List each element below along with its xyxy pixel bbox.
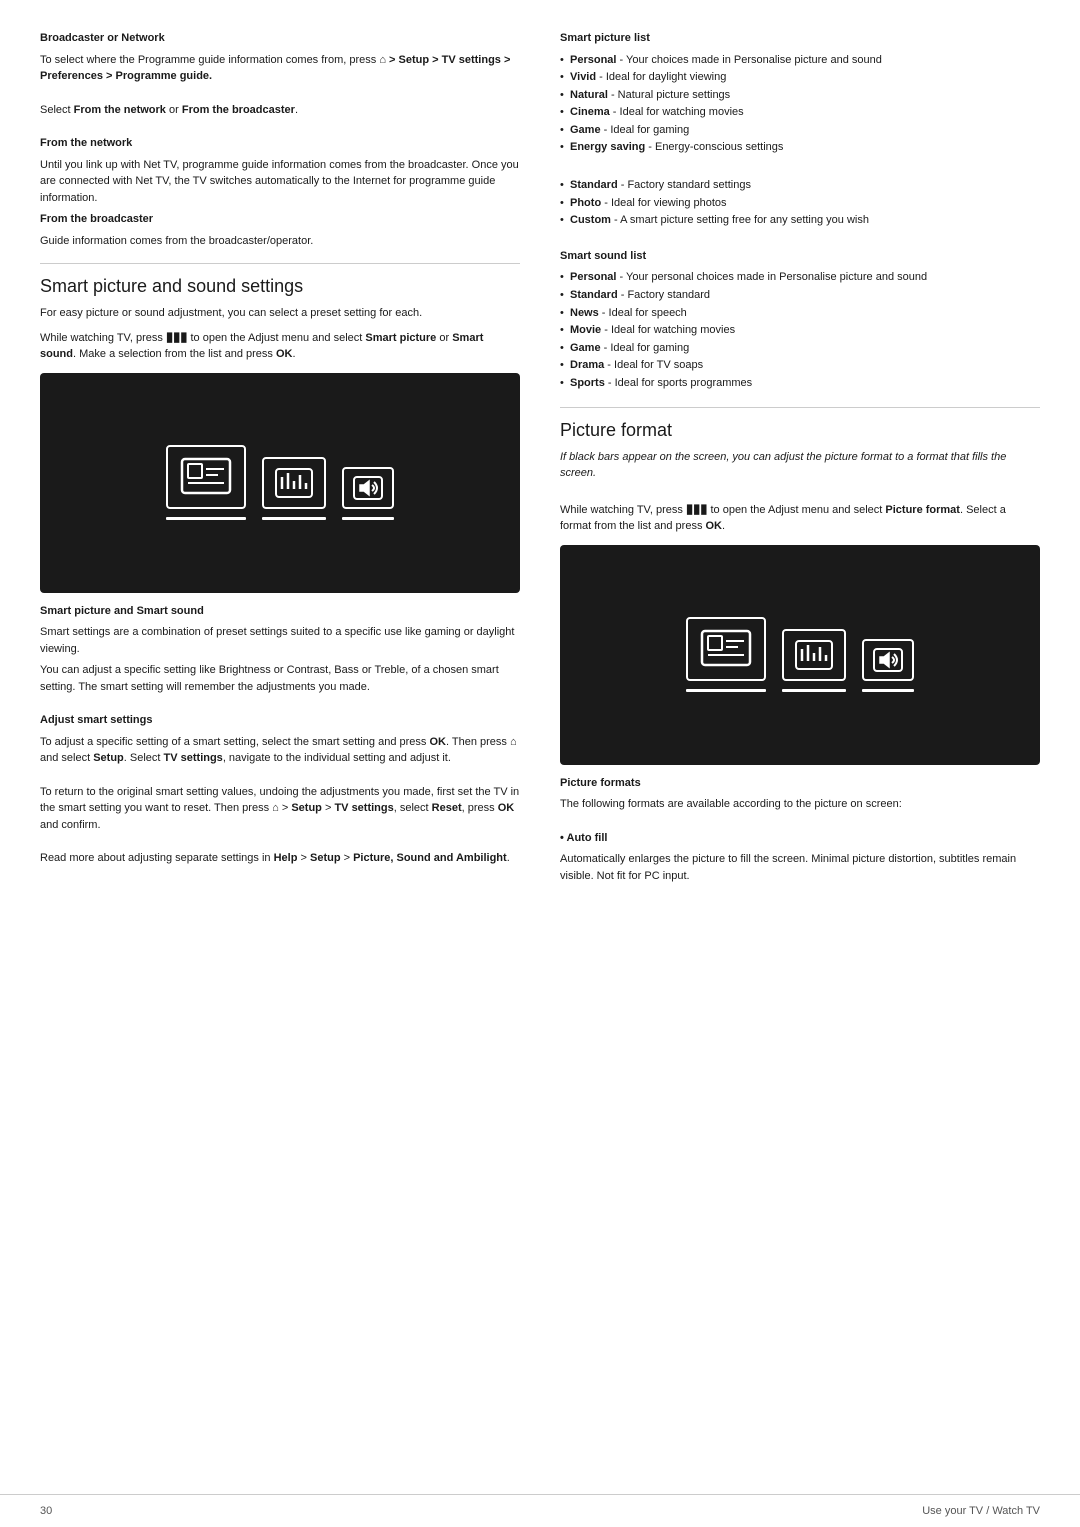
smart-picture-sound-body2: You can adjust a specific setting like B… — [40, 662, 520, 695]
smart-picture-sound-body1: Smart settings are a combination of pres… — [40, 624, 520, 657]
page-number: 30 — [40, 1505, 52, 1517]
pf-underline-sound — [782, 689, 846, 692]
menu-icons-row — [166, 445, 394, 520]
smart-picture-list-2: Standard - Factory standard settings Pho… — [560, 177, 1040, 230]
picture-formats-section: Picture formats The following formats ar… — [560, 775, 1040, 885]
smart-sound-icon-item — [262, 457, 326, 520]
adjust-smart-body3: Read more about adjusting separate setti… — [40, 850, 520, 867]
underline-picture — [166, 517, 246, 520]
from-network-title: From the network — [40, 137, 132, 149]
pf-underline-speaker — [862, 689, 914, 692]
speaker-icon — [352, 475, 384, 501]
picture-icon — [180, 457, 232, 497]
smart-sound-box — [262, 457, 326, 509]
from-broadcaster-title: From the broadcaster — [40, 213, 153, 225]
list-item: Energy saving - Energy-conscious setting… — [560, 139, 1040, 157]
list-item: Standard - Factory standard settings — [560, 177, 1040, 195]
select-para: Select From the network or From the broa… — [40, 102, 520, 119]
picture-format-italic: If black bars appear on the screen, you … — [560, 449, 1040, 482]
smart-sound-list-title: Smart sound list — [560, 250, 646, 262]
list-item: Game - Ideal for gaming — [560, 122, 1040, 140]
underline-sound — [262, 517, 326, 520]
footer: 30 Use your TV / Watch TV — [0, 1494, 1080, 1527]
pf-speaker-icon-svg — [872, 647, 904, 673]
smart-section-title: Smart picture and sound settings — [40, 276, 520, 297]
pf-picture-icon-item — [686, 617, 766, 692]
footer-right-text: Use your TV / Watch TV — [922, 1505, 1040, 1517]
list-item: Standard - Factory standard — [560, 287, 1040, 305]
pf-underline-picture — [686, 689, 766, 692]
smart-picture-list-1: Personal - Your choices made in Personal… — [560, 52, 1040, 158]
smart-picture-sound-section: Smart picture and Smart sound Smart sett… — [40, 603, 520, 696]
from-broadcaster-section: From the broadcaster Guide information c… — [40, 211, 520, 249]
adjust-smart-section: Adjust smart settings To adjust a specif… — [40, 712, 520, 867]
picture-format-icons-row — [686, 617, 914, 692]
list-item: Drama - Ideal for TV soaps — [560, 357, 1040, 375]
left-column: Broadcaster or Network To select where t… — [40, 30, 520, 1464]
auto-fill-body: Automatically enlarges the picture to fi… — [560, 851, 1040, 884]
sound-icon — [274, 467, 314, 499]
picture-format-para1: While watching TV, press ▮▮▮ to open the… — [560, 499, 1040, 535]
pf-sound-box — [782, 629, 846, 681]
picture-format-section: Picture format If black bars appear on t… — [560, 420, 1040, 535]
broadcaster-title: Broadcaster or Network — [40, 32, 165, 44]
adjust-menu-image — [40, 373, 520, 593]
pf-speaker-box — [862, 639, 914, 681]
pf-sound-icon-svg — [794, 639, 834, 671]
smart-picture-list-section: Smart picture list Personal - Your choic… — [560, 30, 1040, 230]
picture-format-image — [560, 545, 1040, 765]
underline-speaker — [342, 517, 394, 520]
smart-picture-icon-item — [166, 445, 246, 520]
auto-fill-title: • Auto fill — [560, 830, 1040, 847]
adjust-smart-body1: To adjust a specific setting of a smart … — [40, 734, 520, 767]
broadcaster-para1: To select where the Programme guide info… — [40, 52, 520, 85]
list-item: Personal - Your choices made in Personal… — [560, 52, 1040, 70]
smart-picture-box — [166, 445, 246, 509]
list-item: Photo - Ideal for viewing photos — [560, 195, 1040, 213]
pf-picture-box — [686, 617, 766, 681]
adjust-smart-title: Adjust smart settings — [40, 714, 152, 726]
speaker-box — [342, 467, 394, 509]
list-item: Cinema - Ideal for watching movies — [560, 104, 1040, 122]
speaker-icon-item — [342, 467, 394, 520]
pf-picture-icon-svg — [700, 629, 752, 669]
list-item: Vivid - Ideal for daylight viewing — [560, 69, 1040, 87]
page: Broadcaster or Network To select where t… — [0, 0, 1080, 1527]
from-network-body: Until you link up with Net TV, programme… — [40, 157, 520, 207]
smart-section: Smart picture and sound settings For eas… — [40, 276, 520, 363]
broadcaster-section: Broadcaster or Network To select where t… — [40, 30, 520, 118]
pf-speaker-icon-item — [862, 639, 914, 692]
divider-2 — [560, 407, 1040, 408]
content-area: Broadcaster or Network To select where t… — [0, 0, 1080, 1494]
list-item: Movie - Ideal for watching movies — [560, 322, 1040, 340]
smart-picture-list-title: Smart picture list — [560, 32, 650, 44]
smart-sound-list: Personal - Your personal choices made in… — [560, 269, 1040, 392]
smart-sound-list-section: Smart sound list Personal - Your persona… — [560, 248, 1040, 393]
picture-formats-title: Picture formats — [560, 777, 641, 789]
smart-picture-sound-title: Smart picture and Smart sound — [40, 605, 204, 617]
right-column: Smart picture list Personal - Your choic… — [560, 30, 1040, 1464]
list-item: Game - Ideal for gaming — [560, 340, 1040, 358]
smart-para2: While watching TV, press ▮▮▮ to open the… — [40, 327, 520, 363]
list-item: Natural - Natural picture settings — [560, 87, 1040, 105]
list-item: Personal - Your personal choices made in… — [560, 269, 1040, 287]
list-item: News - Ideal for speech — [560, 305, 1040, 323]
picture-formats-body: The following formats are available acco… — [560, 796, 1040, 813]
divider-1 — [40, 263, 520, 264]
picture-format-title: Picture format — [560, 420, 1040, 441]
smart-para1: For easy picture or sound adjustment, yo… — [40, 305, 520, 322]
list-item: Custom - A smart picture setting free fo… — [560, 212, 1040, 230]
pf-sound-icon-item — [782, 629, 846, 692]
from-broadcaster-body: Guide information comes from the broadca… — [40, 233, 520, 250]
list-item: Sports - Ideal for sports programmes — [560, 375, 1040, 393]
from-network-section: From the network Until you link up with … — [40, 135, 520, 206]
adjust-smart-body2: To return to the original smart setting … — [40, 784, 520, 834]
